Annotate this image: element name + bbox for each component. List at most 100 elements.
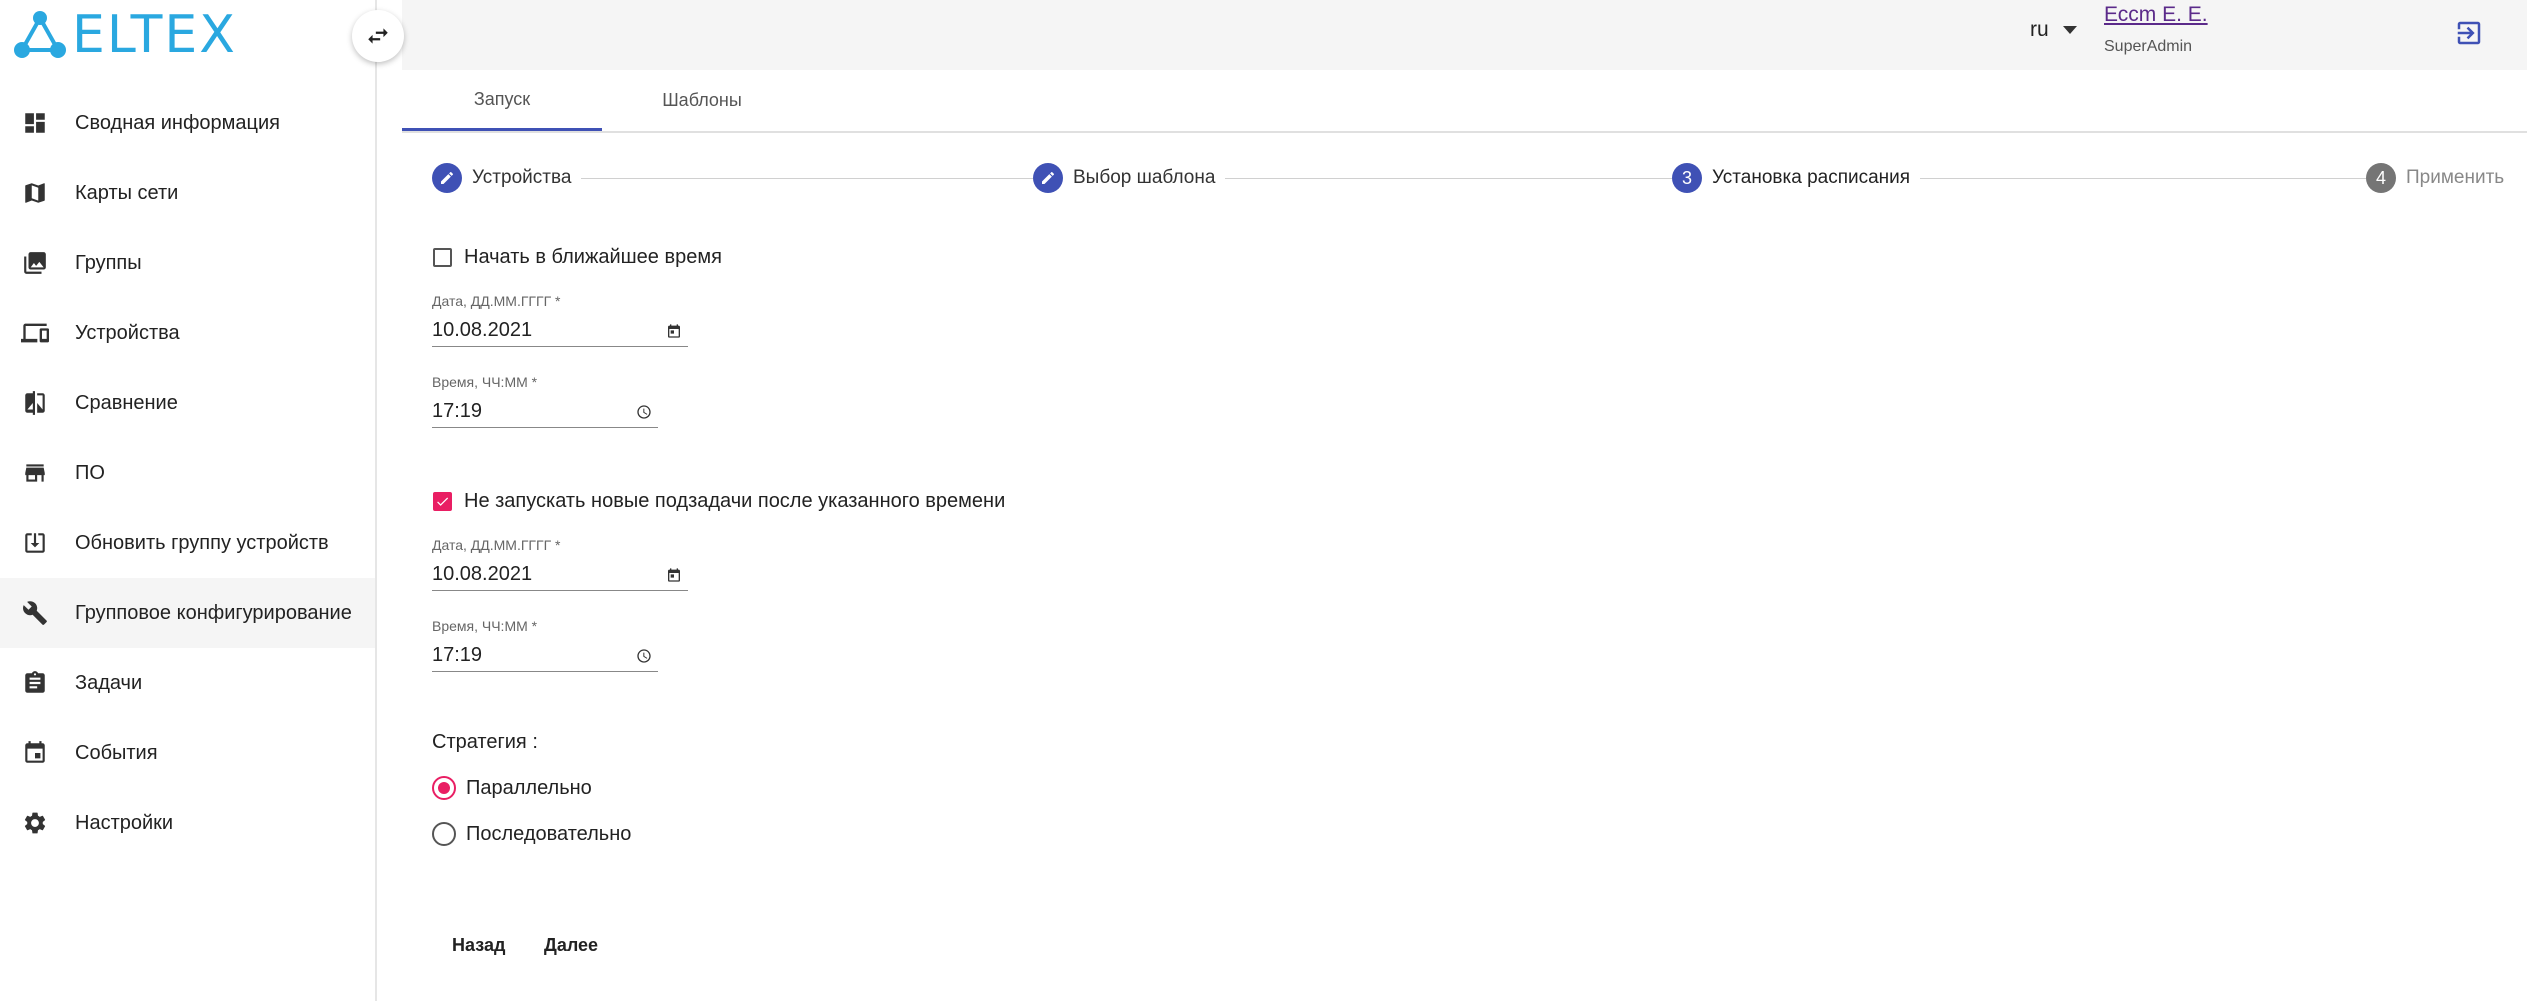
store-icon <box>20 458 50 488</box>
compare-icon <box>20 388 50 418</box>
sidebar: ELTEX Сводная информация Карты сети Груп… <box>0 0 377 1001</box>
radio-circle[interactable] <box>432 776 456 800</box>
radio-circle[interactable] <box>432 822 456 846</box>
calendar-icon <box>20 738 50 768</box>
eltex-logo[interactable]: ELTEX <box>12 8 237 62</box>
sidebar-item-compare[interactable]: Сравнение <box>0 368 375 438</box>
clock-icon[interactable] <box>636 648 652 664</box>
chevron-down-icon <box>2062 26 2077 34</box>
sidebar-item-summary[interactable]: Сводная информация <box>0 88 375 158</box>
sidebar-item-label: ПО <box>75 461 105 484</box>
step-label: Установка расписания <box>1712 167 1911 188</box>
clipboard-icon <box>20 668 50 698</box>
user-role: SuperAdmin <box>2104 38 2193 55</box>
wrench-icon <box>20 598 50 628</box>
sidebar-item-label: Обновить группу устройств <box>75 531 329 554</box>
sidebar-item-network-maps[interactable]: Карты сети <box>0 158 375 228</box>
field-label: Время, ЧЧ:ММ * <box>432 374 538 390</box>
pencil-icon <box>1033 163 1063 193</box>
sidebar-item-tasks[interactable]: Задачи <box>0 648 375 718</box>
download-box-icon <box>20 528 50 558</box>
language-select[interactable]: ru <box>2030 18 2077 42</box>
step-number: 3 <box>1672 163 1702 193</box>
sidebar-item-label: Задачи <box>75 671 143 694</box>
field-value: 10.08.2021 <box>432 319 533 341</box>
sidebar-item-groups[interactable]: Группы <box>0 228 375 298</box>
checkbox-label: Начать в ближайшее время <box>464 246 722 268</box>
map-icon <box>20 178 50 208</box>
sidebar-toggle-button[interactable] <box>352 10 404 62</box>
checkbox-label: Не запускать новые подзадачи после указа… <box>464 490 1006 512</box>
logo-graph-icon <box>14 11 66 58</box>
sidebar-item-settings[interactable]: Настройки <box>0 788 375 858</box>
start-date-input[interactable]: 10.08.2021 <box>432 315 688 347</box>
tab-launch[interactable]: Запуск <box>402 70 602 131</box>
gear-icon <box>20 808 50 838</box>
sidebar-item-update-group[interactable]: Обновить группу устройств <box>0 508 375 578</box>
start-now-checkbox[interactable]: Начать в ближайшее время <box>433 246 722 269</box>
step-connector <box>572 178 1042 179</box>
sidebar-item-label: Группы <box>75 251 142 274</box>
language-value: ru <box>2030 18 2049 41</box>
logout-button[interactable] <box>2454 18 2484 48</box>
step-label: Выбор шаблона <box>1073 167 1216 188</box>
tab-templates[interactable]: Шаблоны <box>602 70 802 131</box>
end-time-field: Время, ЧЧ:ММ * 17:19 <box>432 618 658 672</box>
strategy-parallel-radio[interactable]: Параллельно <box>432 776 592 800</box>
sidebar-item-label: Настройки <box>75 811 174 834</box>
checkbox-box[interactable] <box>433 248 452 267</box>
step-apply[interactable]: 4 Применить <box>2366 160 2505 196</box>
field-value: 17:19 <box>432 644 483 666</box>
end-date-input[interactable]: 10.08.2021 <box>432 559 688 591</box>
clock-icon[interactable] <box>636 404 652 420</box>
user-name-link[interactable]: Ессm Е. Е. <box>2104 3 2208 27</box>
strategy-sequential-radio[interactable]: Последовательно <box>432 822 631 846</box>
calendar-icon[interactable] <box>666 567 682 583</box>
sidebar-item-events[interactable]: События <box>0 718 375 788</box>
end-time-input[interactable]: 17:19 <box>432 640 658 672</box>
step-devices[interactable]: Устройства <box>432 160 582 196</box>
back-button[interactable]: Назад <box>452 935 505 956</box>
sidebar-item-label: Сводная информация <box>75 111 280 134</box>
checkbox-box[interactable] <box>433 492 452 511</box>
strategy-label: Стратегия : <box>432 731 538 753</box>
field-label: Дата, ДД.ММ.ГГГГ * <box>432 537 561 553</box>
swap-horiz-icon <box>368 28 388 44</box>
next-button[interactable]: Далее <box>544 935 598 956</box>
start-time-input[interactable]: 17:19 <box>432 396 658 428</box>
sidebar-nav: Сводная информация Карты сети Группы Уст… <box>0 88 375 858</box>
photo-library-icon <box>20 248 50 278</box>
field-value: 17:19 <box>432 400 483 422</box>
sidebar-item-label: Групповое конфигурирование <box>75 601 352 624</box>
end-date-field: Дата, ДД.ММ.ГГГГ * 10.08.2021 <box>432 537 688 591</box>
no-new-subtasks-checkbox[interactable]: Не запускать новые подзадачи после указа… <box>433 490 1005 513</box>
start-date-field: Дата, ДД.ММ.ГГГГ * 10.08.2021 <box>432 293 688 347</box>
sidebar-item-devices[interactable]: Устройства <box>0 298 375 368</box>
pencil-icon <box>432 163 462 193</box>
step-schedule[interactable]: 3 Установка расписания <box>1672 160 1921 196</box>
devices-icon <box>20 318 50 348</box>
sidebar-item-software[interactable]: ПО <box>0 438 375 508</box>
radio-label: Последовательно <box>466 822 632 845</box>
field-label: Дата, ДД.ММ.ГГГГ * <box>432 293 561 309</box>
tab-bar: Запуск Шаблоны <box>402 70 2527 133</box>
step-number: 4 <box>2366 163 2396 193</box>
step-label: Применить <box>2406 167 2505 188</box>
sidebar-item-label: Карты сети <box>75 181 179 204</box>
field-label: Время, ЧЧ:ММ * <box>432 618 538 634</box>
step-template[interactable]: Выбор шаблона <box>1033 160 1226 196</box>
logo-text: ELTEX <box>72 5 237 65</box>
stepper: Устройства Выбор шаблона 3 Установка рас… <box>432 160 2505 196</box>
step-connector <box>1222 178 1682 179</box>
calendar-icon[interactable] <box>666 323 682 339</box>
sidebar-item-label: Сравнение <box>75 391 178 414</box>
sidebar-item-label: События <box>75 741 158 764</box>
field-value: 10.08.2021 <box>432 563 533 585</box>
dashboard-icon <box>20 108 50 138</box>
logout-icon <box>2457 21 2481 45</box>
top-bar: ru Ессm Е. Е. SuperAdmin <box>402 0 2527 70</box>
sidebar-item-group-config[interactable]: Групповое конфигурирование <box>0 578 375 648</box>
sidebar-item-label: Устройства <box>75 321 180 344</box>
step-label: Устройства <box>472 167 572 188</box>
check-icon <box>437 497 449 506</box>
